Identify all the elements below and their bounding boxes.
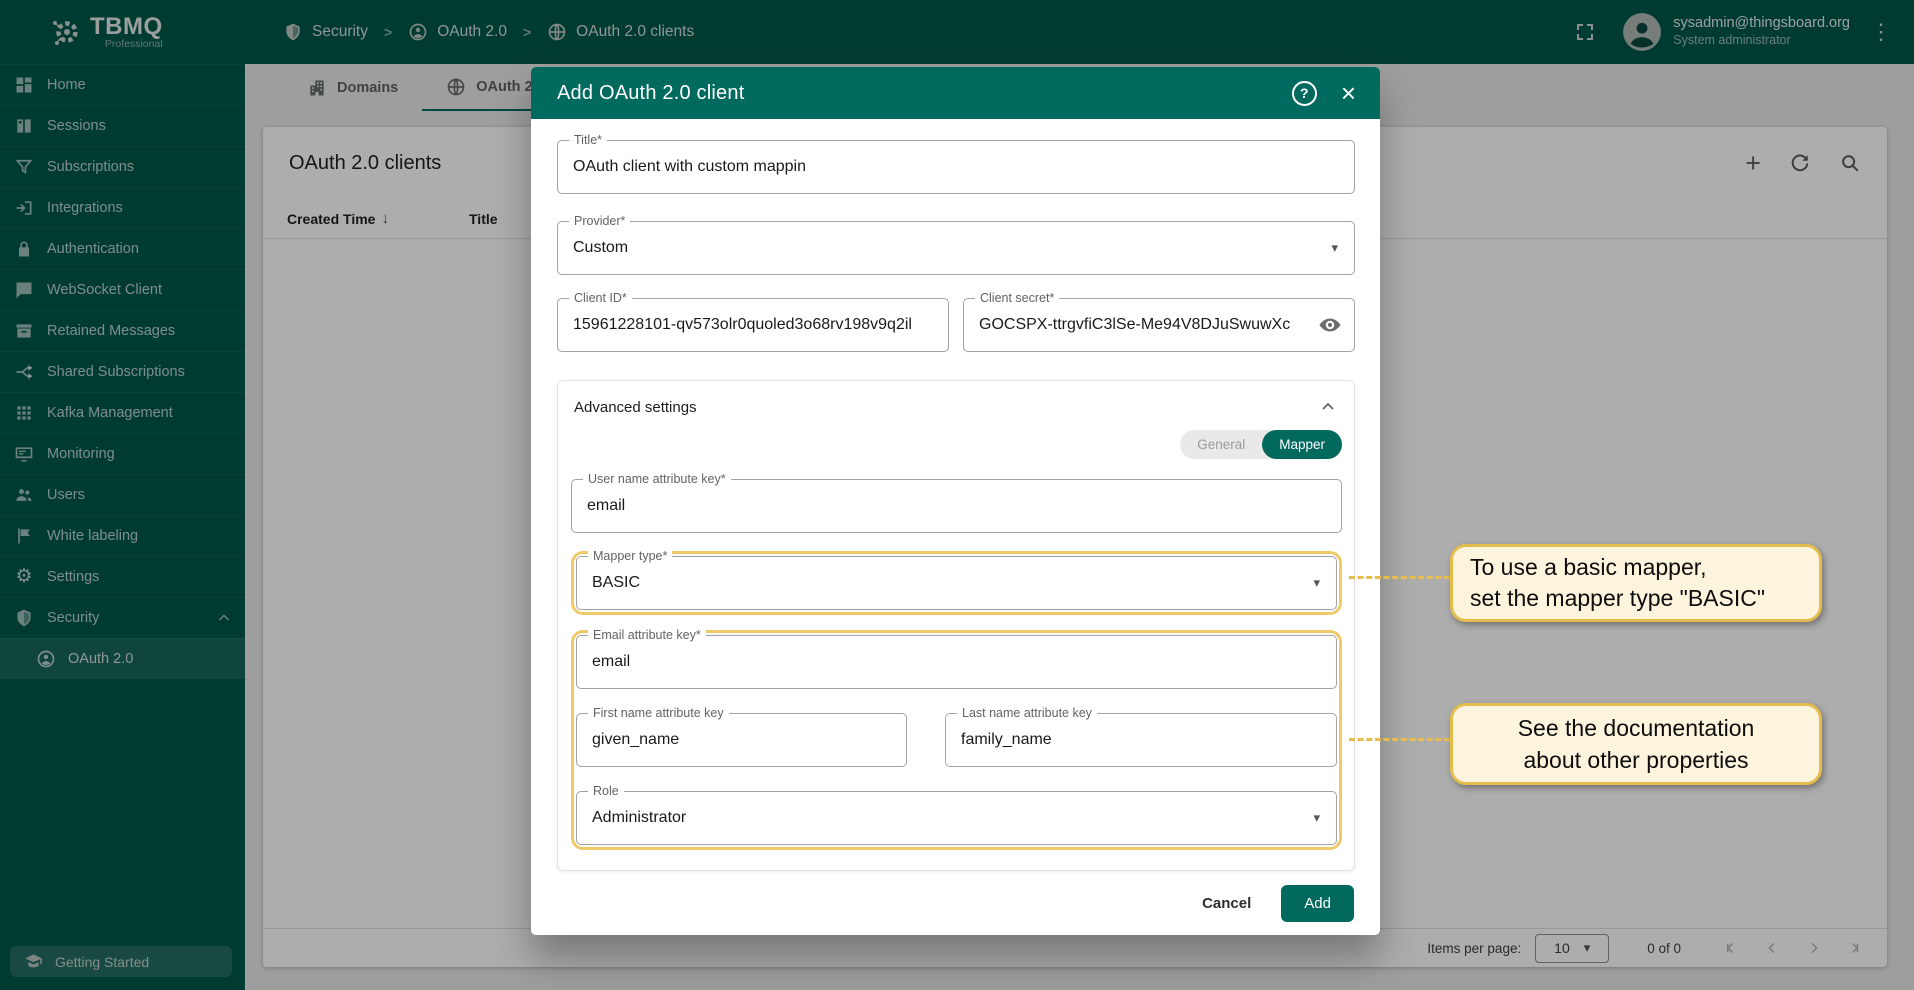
add-oauth-client-dialog: Add OAuth 2.0 client ? × Title* Provider… (531, 67, 1380, 935)
dialog-title: Add OAuth 2.0 client (557, 82, 1292, 105)
close-icon[interactable]: × (1341, 81, 1356, 105)
last-name-attribute-key-input[interactable] (946, 714, 1336, 766)
chevron-down-icon: ▾ (1331, 240, 1338, 256)
user-name-attribute-key-input[interactable] (572, 480, 1341, 532)
dashed-connector-docs (1349, 738, 1450, 741)
first-name-attribute-key-input[interactable] (577, 714, 906, 766)
client-secret-field: Client secret* (963, 298, 1355, 352)
client-id-input[interactable] (558, 299, 948, 351)
advanced-settings-header[interactable]: Advanced settings (571, 397, 1342, 417)
client-secret-label: Client secret* (975, 291, 1059, 305)
mapper-toggle-group: General Mapper (1180, 430, 1342, 459)
role-label: Role (588, 784, 624, 798)
add-button[interactable]: Add (1281, 885, 1354, 922)
client-id-field: Client ID* (557, 298, 949, 352)
provider-field-label: Provider* (569, 214, 630, 228)
cancel-button[interactable]: Cancel (1202, 895, 1251, 912)
chevron-down-icon: ▾ (1313, 575, 1320, 591)
role-value: Administrator (577, 809, 701, 827)
title-field: Title* (557, 140, 1355, 194)
toggle-mapper[interactable]: Mapper (1262, 430, 1342, 459)
user-name-attribute-key-field: User name attribute key* (571, 479, 1342, 533)
provider-value: Custom (558, 239, 643, 257)
first-name-attribute-key-label: First name attribute key (588, 706, 729, 720)
client-secret-input[interactable] (964, 299, 1354, 351)
mapper-type-select[interactable]: Mapper type* BASIC ▾ (576, 556, 1337, 610)
callout-documentation: See the documentation about other proper… (1450, 703, 1822, 785)
last-name-attribute-key-label: Last name attribute key (957, 706, 1097, 720)
chevron-down-icon: ▾ (1313, 810, 1320, 826)
first-name-attribute-key-field: First name attribute key (576, 713, 907, 767)
mapper-type-value: BASIC (577, 574, 655, 592)
toggle-general[interactable]: General (1180, 437, 1262, 452)
mapper-type-highlight-ring: Mapper type* BASIC ▾ (571, 551, 1342, 615)
email-attribute-key-field: Email attribute key* (576, 635, 1337, 689)
mapper-type-label: Mapper type* (588, 549, 672, 563)
title-input[interactable] (558, 141, 1354, 193)
chevron-up-icon (1318, 397, 1338, 417)
help-icon[interactable]: ? (1292, 81, 1317, 106)
email-attribute-key-input[interactable] (577, 636, 1336, 688)
provider-select[interactable]: Provider* Custom ▾ (557, 221, 1355, 275)
last-name-attribute-key-field: Last name attribute key (945, 713, 1337, 767)
eye-icon[interactable] (1318, 313, 1342, 337)
client-id-label: Client ID* (569, 291, 632, 305)
basic-mapper-highlight-ring: Email attribute key* First name attribut… (571, 630, 1342, 850)
dialog-header: Add OAuth 2.0 client ? × (531, 67, 1380, 119)
user-name-attribute-key-label: User name attribute key* (583, 472, 731, 486)
email-attribute-key-label: Email attribute key* (588, 628, 706, 642)
role-select[interactable]: Role Administrator ▾ (576, 791, 1337, 845)
callout-mapper-type: To use a basic mapper, set the mapper ty… (1450, 544, 1822, 622)
advanced-settings-panel: Advanced settings General Mapper User na… (557, 380, 1355, 871)
title-field-label: Title* (569, 133, 607, 147)
dashed-connector-mapper (1349, 576, 1450, 579)
advanced-settings-title: Advanced settings (574, 399, 697, 416)
